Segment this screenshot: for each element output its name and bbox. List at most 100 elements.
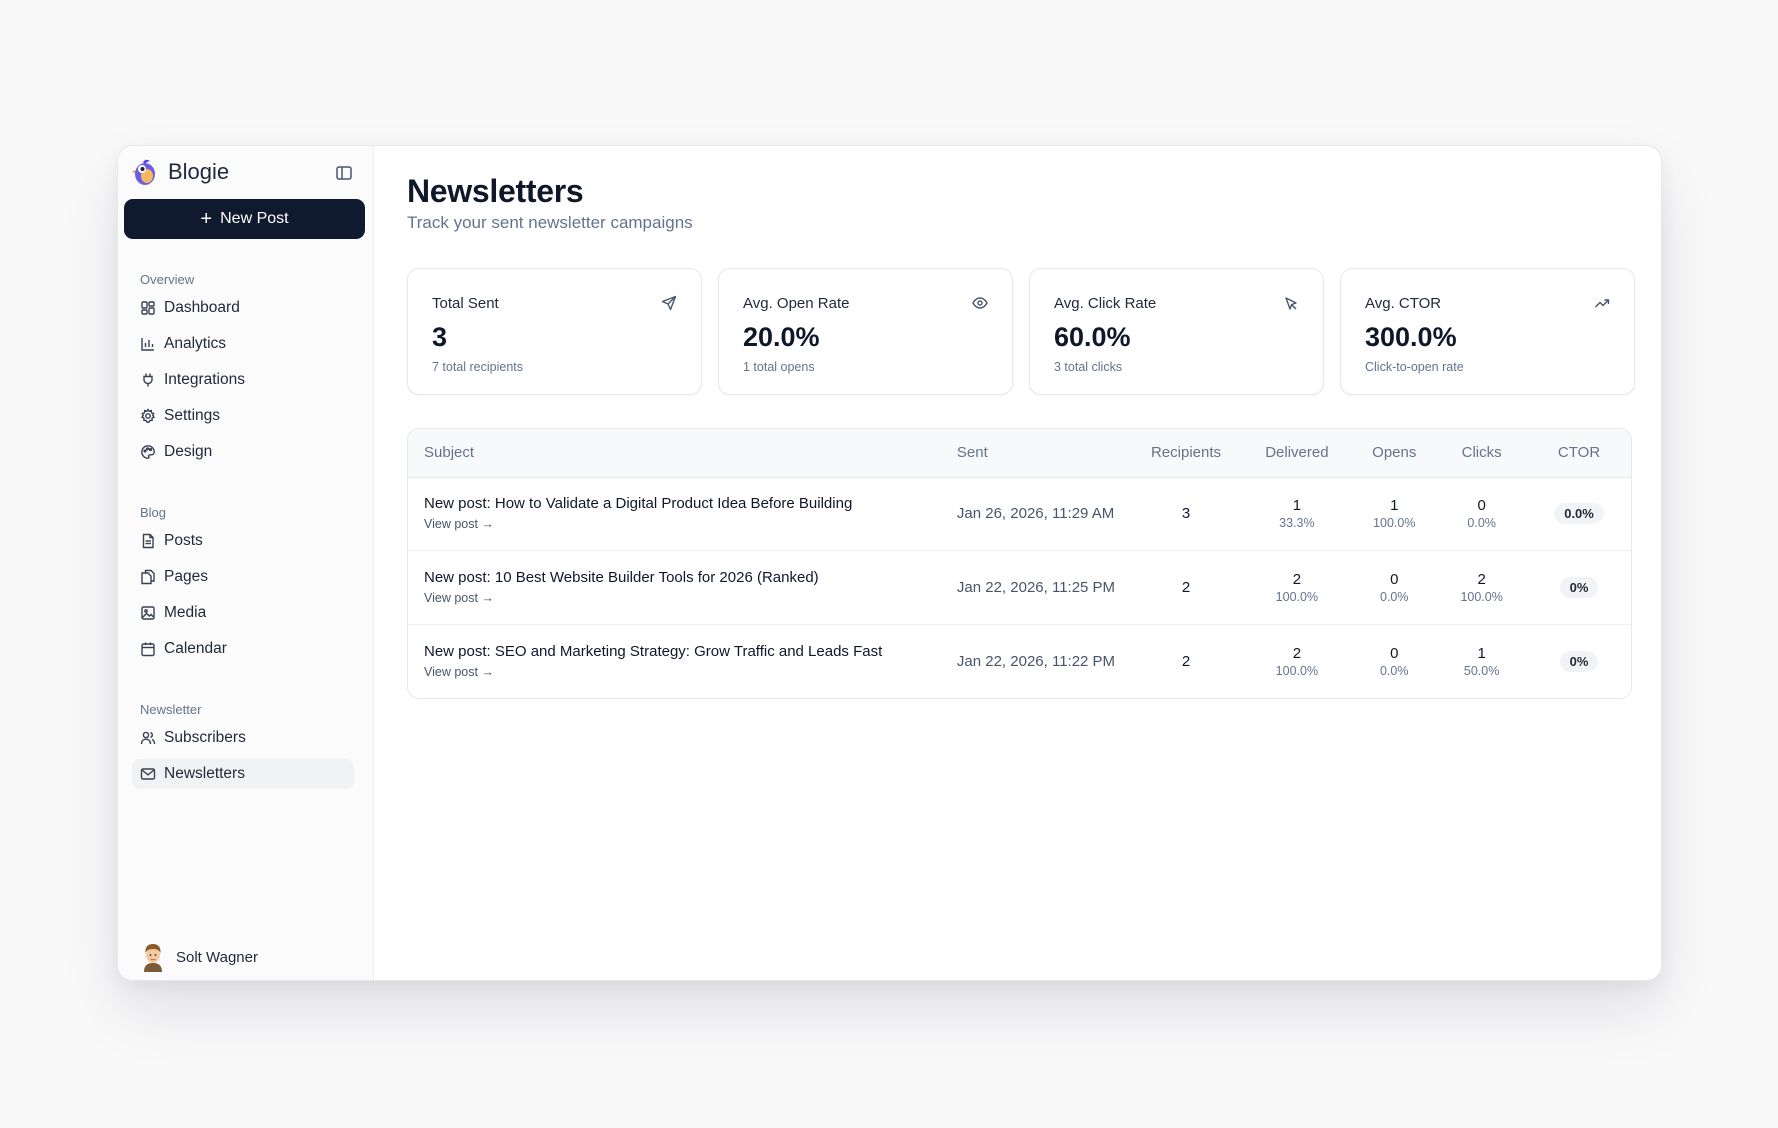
user-name: Solt Wagner — [176, 948, 258, 966]
view-post-link[interactable]: View post → — [424, 665, 494, 679]
sidebar-item-pages[interactable]: Pages — [132, 562, 354, 592]
sidebar-item-integrations[interactable]: Integrations — [132, 365, 354, 395]
ctor-badge: 0% — [1559, 576, 1599, 598]
new-post-button[interactable]: + New Post — [124, 199, 365, 239]
plug-icon — [143, 373, 153, 387]
row-delivered-pct: 33.3% — [1279, 516, 1315, 531]
sidebar-item-design[interactable]: Design — [132, 437, 354, 467]
row-clicks: 0 — [1477, 497, 1486, 515]
sidebar-item-subscribers[interactable]: Subscribers — [132, 723, 354, 753]
table-row[interactable]: New post: How to Validate a Digital Prod… — [408, 477, 1631, 551]
mail-icon — [140, 768, 156, 780]
column-header-recipients[interactable]: Recipients — [1130, 429, 1242, 478]
table-header-row: Subject Sent Recipients Delivered Opens … — [408, 429, 1631, 478]
stat-sub: 1 total opens — [743, 360, 815, 374]
palette-icon — [141, 445, 155, 459]
row-delivered: 2 — [1292, 644, 1302, 662]
row-delivered-pct: 100.0% — [1275, 663, 1319, 678]
row-sent: Jan 22, 2026, 11:25 PM — [940, 550, 1131, 624]
stat-value: 60.0% — [1054, 322, 1131, 352]
avatar — [144, 944, 162, 972]
ctor-badge: 0% — [1559, 650, 1599, 672]
row-sent: Jan 22, 2026, 11:22 PM — [940, 623, 1131, 698]
files-icon — [141, 569, 155, 585]
stat-sub: 3 total clicks — [1054, 360, 1123, 374]
row-recipients: 3 — [1181, 505, 1191, 523]
row-clicks-pct: 0.0% — [1467, 516, 1496, 531]
brand[interactable]: Blogie — [132, 158, 229, 186]
user-profile[interactable]: Solt Wagner — [140, 942, 258, 972]
view-post-link[interactable]: View post → — [424, 517, 494, 531]
users-icon — [140, 731, 156, 745]
bar-chart-icon — [141, 338, 154, 351]
eye-icon — [972, 297, 988, 309]
page-subtitle: Track your sent newsletter campaigns — [407, 213, 693, 232]
row-opens: 0 — [1390, 570, 1399, 588]
calendar-icon — [141, 642, 155, 657]
column-header-opens[interactable]: Opens — [1352, 429, 1437, 478]
stats-row: Total Sent 3 7 total recipients Avg. Ope… — [407, 268, 1635, 395]
table-row[interactable]: New post: 10 Best Website Builder Tools … — [408, 550, 1631, 624]
sidebar-item-label: Pages — [164, 568, 208, 585]
sidebar-item-calendar[interactable]: Calendar — [132, 634, 354, 664]
column-header-clicks[interactable]: Clicks — [1436, 429, 1528, 478]
stat-label: Avg. Click Rate — [1054, 295, 1157, 312]
row-clicks: 2 — [1477, 570, 1486, 588]
cursor-click-icon — [1285, 297, 1297, 310]
image-icon — [141, 606, 155, 620]
stat-card-click-rate: Avg. Click Rate 60.0% 3 total clicks — [1029, 268, 1324, 395]
row-clicks-pct: 50.0% — [1463, 663, 1500, 678]
row-opens-pct: 0.0% — [1380, 663, 1409, 678]
section-label-blog: Blog — [140, 505, 167, 520]
main-content: Newsletters Track your sent newsletter c… — [374, 146, 1661, 980]
sidebar-item-label: Settings — [164, 407, 221, 424]
stat-label: Avg. Open Rate — [743, 295, 850, 312]
new-post-label: New Post — [220, 210, 289, 227]
brand-name: Blogie — [168, 159, 230, 184]
row-sent: Jan 26, 2026, 11:29 AM — [956, 505, 1115, 523]
section-label-overview: Overview — [140, 272, 195, 287]
plus-icon: + — [200, 208, 213, 230]
row-clicks-pct: 100.0% — [1460, 589, 1503, 604]
row-clicks: 1 — [1477, 644, 1486, 662]
stat-value: 3 — [432, 322, 448, 352]
view-post-link[interactable]: View post → — [424, 591, 494, 605]
column-header-delivered[interactable]: Delivered — [1241, 429, 1353, 478]
row-recipients: 2 — [1130, 550, 1242, 624]
sidebar-item-newsletters[interactable]: Newsletters — [132, 759, 354, 789]
table-row[interactable]: New post: SEO and Marketing Strategy: Gr… — [408, 623, 1631, 698]
dashboard-icon — [141, 301, 155, 315]
file-text-icon — [142, 533, 154, 549]
row-recipients: 2 — [1130, 623, 1242, 698]
sidebar-item-media[interactable]: Media — [132, 598, 354, 628]
stat-sub: Click-to-open rate — [1365, 360, 1464, 374]
sidebar-toggle-icon[interactable] — [335, 164, 353, 182]
sidebar-item-dashboard[interactable]: Dashboard — [132, 293, 354, 323]
stat-label: Total Sent — [432, 295, 499, 312]
trending-up-icon — [1595, 299, 1610, 308]
page-title: Newsletters — [407, 173, 584, 209]
column-header-ctor[interactable]: CTOR — [1527, 429, 1631, 478]
sidebar-item-label: Calendar — [164, 640, 227, 657]
row-opens-pct: 100.0% — [1373, 516, 1416, 531]
row-delivered: 2 — [1292, 570, 1302, 588]
sidebar-item-settings[interactable]: Settings — [132, 401, 354, 431]
sidebar-item-label: Dashboard — [164, 299, 240, 316]
sidebar-item-analytics[interactable]: Analytics — [132, 329, 354, 359]
sidebar-item-label: Newsletters — [164, 765, 245, 782]
sidebar: Blogie + New Post Overview Dashboard Ana… — [118, 146, 374, 980]
column-header-sent[interactable]: Sent — [940, 429, 1131, 478]
stat-card-ctor: Avg. CTOR 300.0% Click-to-open rate — [1340, 268, 1635, 395]
row-delivered-pct: 100.0% — [1275, 589, 1319, 604]
row-delivered: 1 — [1292, 497, 1302, 515]
row-subject: New post: How to Validate a Digital Prod… — [424, 495, 853, 513]
send-icon — [661, 295, 677, 311]
row-opens: 1 — [1390, 497, 1399, 515]
sidebar-item-posts[interactable]: Posts — [132, 526, 354, 556]
stat-label: Avg. CTOR — [1365, 295, 1442, 312]
sidebar-item-label: Subscribers — [164, 729, 246, 746]
sidebar-item-label: Design — [164, 443, 213, 460]
column-header-subject[interactable]: Subject — [408, 429, 941, 478]
gear-icon — [140, 408, 156, 423]
row-subject: New post: 10 Best Website Builder Tools … — [424, 568, 819, 586]
